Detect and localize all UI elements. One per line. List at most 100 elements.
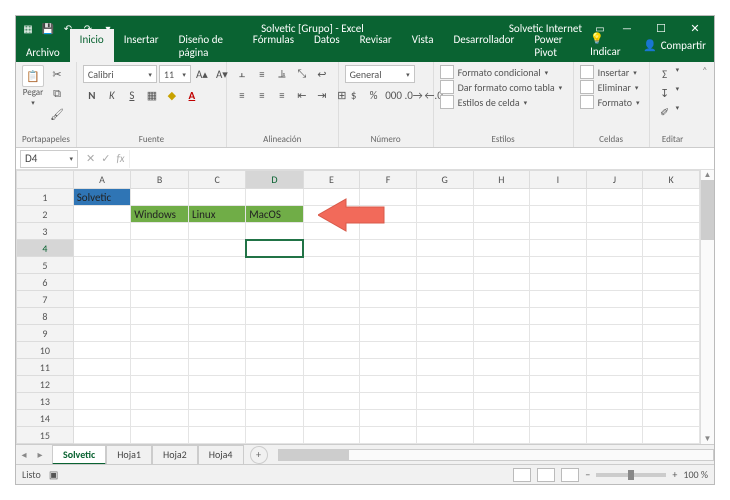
cell-E3[interactable]: [303, 223, 360, 240]
cell-C15[interactable]: [189, 427, 246, 444]
cell-G8[interactable]: [416, 308, 473, 325]
cell-J13[interactable]: [586, 393, 643, 410]
zoom-in-icon[interactable]: +: [672, 468, 677, 481]
cell-I12[interactable]: [530, 376, 587, 393]
cell-H10[interactable]: [473, 342, 530, 359]
cell-C11[interactable]: [189, 359, 246, 376]
cell-F2[interactable]: [360, 206, 417, 223]
cell-J15[interactable]: [586, 427, 643, 444]
cell-I11[interactable]: [530, 359, 587, 376]
cell-J3[interactable]: [586, 223, 643, 240]
cell-D10[interactable]: [246, 342, 303, 359]
cell-B15[interactable]: [131, 427, 189, 444]
cell-J14[interactable]: [586, 410, 643, 427]
fx-icon[interactable]: fx: [116, 152, 124, 165]
zoom-out-icon[interactable]: −: [585, 468, 590, 481]
cell-B12[interactable]: [131, 376, 189, 393]
cell-B3[interactable]: [131, 223, 189, 240]
view-normal-icon[interactable]: [513, 468, 531, 482]
cell-K15[interactable]: [643, 427, 700, 444]
cell-B8[interactable]: [131, 308, 189, 325]
accept-formula-icon[interactable]: ✓: [101, 152, 110, 165]
cell-C10[interactable]: [189, 342, 246, 359]
number-format-combo[interactable]: General▾: [345, 65, 415, 83]
cell-B6[interactable]: [131, 274, 189, 291]
cell-C4[interactable]: [189, 240, 246, 257]
cell-D8[interactable]: [246, 308, 303, 325]
cell-C14[interactable]: [189, 410, 246, 427]
row-header-3[interactable]: 3: [17, 223, 74, 240]
cell-H2[interactable]: [473, 206, 530, 223]
cell-K3[interactable]: [643, 223, 700, 240]
row-header-15[interactable]: 15: [17, 427, 74, 444]
cell-J12[interactable]: [586, 376, 643, 393]
cell-F13[interactable]: [360, 393, 417, 410]
tell-me[interactable]: 💡 Indicar: [582, 28, 635, 62]
cell-H4[interactable]: [473, 240, 530, 257]
cell-E6[interactable]: [303, 274, 360, 291]
cell-K8[interactable]: [643, 308, 700, 325]
row-header-4[interactable]: 4: [17, 240, 74, 257]
cell-H12[interactable]: [473, 376, 530, 393]
cell-E12[interactable]: [303, 376, 360, 393]
cell-I8[interactable]: [530, 308, 587, 325]
cell-E7[interactable]: [303, 291, 360, 308]
insert-cells-button[interactable]: Insertar▾: [580, 65, 637, 79]
cell-C7[interactable]: [189, 291, 246, 308]
cell-F4[interactable]: [360, 240, 417, 257]
cell-I14[interactable]: [530, 410, 587, 427]
cell-I7[interactable]: [530, 291, 587, 308]
cell-B5[interactable]: [131, 257, 189, 274]
cell-F3[interactable]: [360, 223, 417, 240]
cell-G13[interactable]: [416, 393, 473, 410]
format-cells-button[interactable]: Formato▾: [580, 95, 640, 109]
col-header-H[interactable]: H: [473, 171, 530, 189]
sheet-tab-hoja2[interactable]: Hoja2: [152, 445, 198, 465]
cell-K16[interactable]: [643, 444, 700, 445]
cell-C3[interactable]: [189, 223, 246, 240]
cell-styles-button[interactable]: Estilos de celda▾: [440, 95, 528, 109]
grow-font-icon[interactable]: A▴: [193, 65, 211, 83]
row-header-8[interactable]: 8: [17, 308, 74, 325]
cell-A2[interactable]: [73, 206, 131, 223]
share-button[interactable]: 👤 Compartir: [635, 36, 714, 55]
cell-F12[interactable]: [360, 376, 417, 393]
cell-A6[interactable]: [73, 274, 131, 291]
row-header-13[interactable]: 13: [17, 393, 74, 410]
cell-D4[interactable]: [246, 240, 303, 257]
row-header-7[interactable]: 7: [17, 291, 74, 308]
inc-decimal-icon[interactable]: .0→: [405, 86, 423, 104]
cell-A13[interactable]: [73, 393, 131, 410]
cell-B9[interactable]: [131, 325, 189, 342]
cell-D5[interactable]: [246, 257, 303, 274]
select-all-corner[interactable]: [17, 171, 74, 189]
cell-F14[interactable]: [360, 410, 417, 427]
cell-K9[interactable]: [643, 325, 700, 342]
row-header-12[interactable]: 12: [17, 376, 74, 393]
align-left-icon[interactable]: ≡: [233, 86, 251, 104]
cell-G16[interactable]: [416, 444, 473, 445]
tab-diseño-de-página[interactable]: Diseño de página: [169, 29, 243, 62]
cell-G11[interactable]: [416, 359, 473, 376]
cell-E13[interactable]: [303, 393, 360, 410]
cell-A4[interactable]: [73, 240, 131, 257]
cell-I1[interactable]: [530, 189, 587, 206]
cell-D13[interactable]: [246, 393, 303, 410]
cell-A8[interactable]: [73, 308, 131, 325]
cell-D15[interactable]: [246, 427, 303, 444]
cell-I16[interactable]: [530, 444, 587, 445]
cell-I13[interactable]: [530, 393, 587, 410]
font-size-combo[interactable]: 11▾: [159, 65, 191, 83]
cell-J7[interactable]: [586, 291, 643, 308]
align-right-icon[interactable]: ≡: [273, 86, 291, 104]
cell-I4[interactable]: [530, 240, 587, 257]
cell-G10[interactable]: [416, 342, 473, 359]
cell-D6[interactable]: [246, 274, 303, 291]
comma-icon[interactable]: 000: [385, 86, 403, 104]
row-header-11[interactable]: 11: [17, 359, 74, 376]
cell-H16[interactable]: [473, 444, 530, 445]
cell-E8[interactable]: [303, 308, 360, 325]
cell-A14[interactable]: [73, 410, 131, 427]
cell-K1[interactable]: [643, 189, 700, 206]
zoom-level[interactable]: 100 %: [683, 468, 708, 481]
